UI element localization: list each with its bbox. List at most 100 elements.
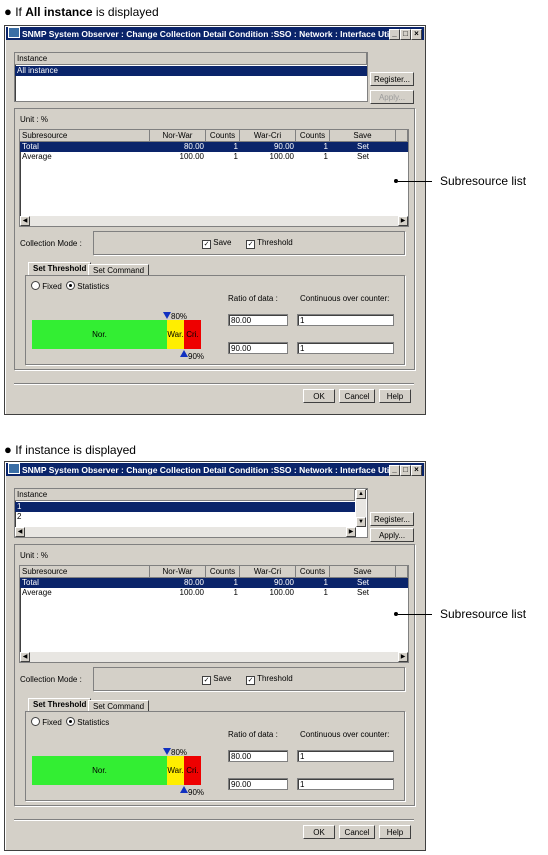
collection-mode-label: Collection Mode : — [20, 675, 82, 684]
apply-button[interactable]: Apply... — [370, 90, 414, 104]
instance-list[interactable]: Instance 1 2 ▲ ▼ ◀ ▶ — [14, 488, 368, 538]
subresource-list[interactable]: Subresource Nor-War Counts War-Cri Count… — [19, 129, 409, 227]
column-counts-2[interactable]: Counts — [296, 566, 330, 578]
checkbox-checked-icon: ✓ — [246, 676, 255, 685]
maximize-icon[interactable]: □ — [400, 29, 411, 40]
column-nor-war[interactable]: Nor-War — [150, 566, 206, 578]
cell-save: Set — [356, 142, 369, 151]
minimize-icon[interactable]: _ — [389, 29, 400, 40]
column-save[interactable]: Save — [330, 566, 396, 578]
help-button[interactable]: Help — [379, 825, 411, 839]
column-war-cri[interactable]: War-Cri — [240, 566, 296, 578]
scroll-right-icon[interactable]: ▶ — [398, 216, 408, 226]
table-row[interactable]: Average 100.00 1 100.00 1 Set — [20, 152, 408, 162]
threshold-marker-icon[interactable] — [163, 748, 171, 755]
scroll-down-icon[interactable]: ▼ — [356, 517, 366, 527]
scroll-up-icon[interactable]: ▲ — [356, 489, 366, 499]
statistics-radio-label: Statistics — [77, 282, 110, 291]
column-counts-2[interactable]: Counts — [296, 130, 330, 142]
register-button[interactable]: Register... — [370, 72, 414, 86]
column-nor-war[interactable]: Nor-War — [150, 130, 206, 142]
ok-button[interactable]: OK — [303, 389, 335, 403]
horizontal-scrollbar[interactable]: ◀ ▶ — [20, 652, 408, 662]
statistics-radio[interactable]: Statistics — [66, 281, 109, 291]
cell-subresource: Average — [22, 588, 52, 597]
threshold-checkbox-label: Threshold — [257, 674, 293, 683]
counter-field-2[interactable]: 1 — [297, 778, 394, 790]
counter-field-1[interactable]: 1 — [297, 750, 394, 762]
cell-counts-1: 1 — [233, 588, 238, 597]
horizontal-scrollbar[interactable]: ◀ ▶ — [20, 216, 408, 226]
vertical-scrollbar[interactable]: ▲ ▼ — [356, 489, 366, 527]
apply-button[interactable]: Apply... — [370, 528, 414, 542]
table-row[interactable]: Total 80.00 1 90.00 1 Set — [20, 578, 408, 588]
radio-icon — [31, 717, 40, 726]
cell-counts-2: 1 — [323, 152, 328, 161]
instance-item[interactable]: 2 — [15, 512, 355, 522]
help-button[interactable]: Help — [379, 389, 411, 403]
column-counts-1[interactable]: Counts — [206, 130, 240, 142]
radio-icon — [66, 717, 75, 726]
threshold-marker-icon[interactable] — [163, 312, 171, 319]
scroll-left-icon[interactable]: ◀ — [20, 216, 30, 226]
subresource-list[interactable]: Subresource Nor-War Counts War-Cri Count… — [19, 565, 409, 663]
register-button[interactable]: Register... — [370, 512, 414, 526]
unit-label: Unit : % — [20, 551, 49, 560]
instance-header[interactable]: Instance — [15, 489, 355, 501]
cell-nor-war: 100.00 — [179, 152, 204, 161]
threshold-marker-icon[interactable] — [180, 350, 188, 357]
table-row[interactable]: Total 80.00 1 90.00 1 Set — [20, 142, 408, 152]
instance-item[interactable]: All instance — [15, 66, 367, 76]
window-titlebar[interactable]: SNMP System Observer : Change Collection… — [6, 463, 424, 476]
callout-label: Subresource list — [440, 607, 527, 621]
fixed-radio[interactable]: Fixed — [31, 717, 62, 727]
column-save[interactable]: Save — [330, 130, 396, 142]
column-subresource[interactable]: Subresource — [20, 130, 150, 142]
fixed-radio[interactable]: Fixed — [31, 281, 62, 291]
marker-top-label: 80% — [171, 312, 188, 321]
callout-line — [398, 181, 432, 182]
save-checkbox-label: Save — [213, 674, 232, 683]
ratio-field-2[interactable]: 90.00 — [228, 342, 288, 354]
instance-header[interactable]: Instance — [15, 53, 367, 65]
radio-icon — [31, 281, 40, 290]
tab-set-threshold[interactable]: Set Threshold — [28, 698, 92, 712]
save-checkbox[interactable]: ✓ Save — [202, 674, 231, 685]
scroll-left-icon[interactable]: ◀ — [15, 527, 25, 537]
window-title: SNMP System Observer : Change Collection… — [22, 465, 399, 475]
counter-field-1[interactable]: 1 — [297, 314, 394, 326]
ratio-field-1[interactable]: 80.00 — [228, 750, 288, 762]
counter-field-2[interactable]: 1 — [297, 342, 394, 354]
save-checkbox[interactable]: ✓ Save — [202, 238, 231, 249]
column-counts-1[interactable]: Counts — [206, 566, 240, 578]
column-war-cri[interactable]: War-Cri — [240, 130, 296, 142]
scroll-right-icon[interactable]: ▶ — [346, 527, 356, 537]
threshold-marker-icon[interactable] — [180, 786, 188, 793]
window-titlebar[interactable]: SNMP System Observer : Change Collection… — [6, 27, 424, 40]
threshold-checkbox[interactable]: ✓ Threshold — [246, 674, 293, 685]
tab-set-threshold[interactable]: Set Threshold — [28, 262, 92, 276]
gauge-warning: War. — [167, 320, 184, 349]
threshold-checkbox[interactable]: ✓ Threshold — [246, 238, 293, 249]
instance-list[interactable]: Instance All instance — [14, 52, 368, 102]
column-subresource[interactable]: Subresource — [20, 566, 150, 578]
horizontal-scrollbar[interactable]: ◀ ▶ — [15, 527, 356, 537]
minimize-icon[interactable]: _ — [389, 465, 400, 476]
scroll-left-icon[interactable]: ◀ — [20, 652, 30, 662]
ratio-field-2[interactable]: 90.00 — [228, 778, 288, 790]
instance-item[interactable]: 1 — [15, 502, 355, 512]
cancel-button[interactable]: Cancel — [339, 389, 375, 403]
ok-button[interactable]: OK — [303, 825, 335, 839]
marker-bottom-label: 90% — [188, 352, 205, 361]
scroll-right-icon[interactable]: ▶ — [398, 652, 408, 662]
table-row[interactable]: Average 100.00 1 100.00 1 Set — [20, 588, 408, 598]
close-icon[interactable]: × — [411, 465, 422, 476]
close-icon[interactable]: × — [411, 29, 422, 40]
statistics-radio[interactable]: Statistics — [66, 717, 109, 727]
checkbox-checked-icon: ✓ — [202, 676, 211, 685]
maximize-icon[interactable]: □ — [400, 465, 411, 476]
cancel-button[interactable]: Cancel — [339, 825, 375, 839]
section-heading: ● If instance is displayed — [4, 442, 136, 457]
unit-label: Unit : % — [20, 115, 49, 124]
ratio-field-1[interactable]: 80.00 — [228, 314, 288, 326]
